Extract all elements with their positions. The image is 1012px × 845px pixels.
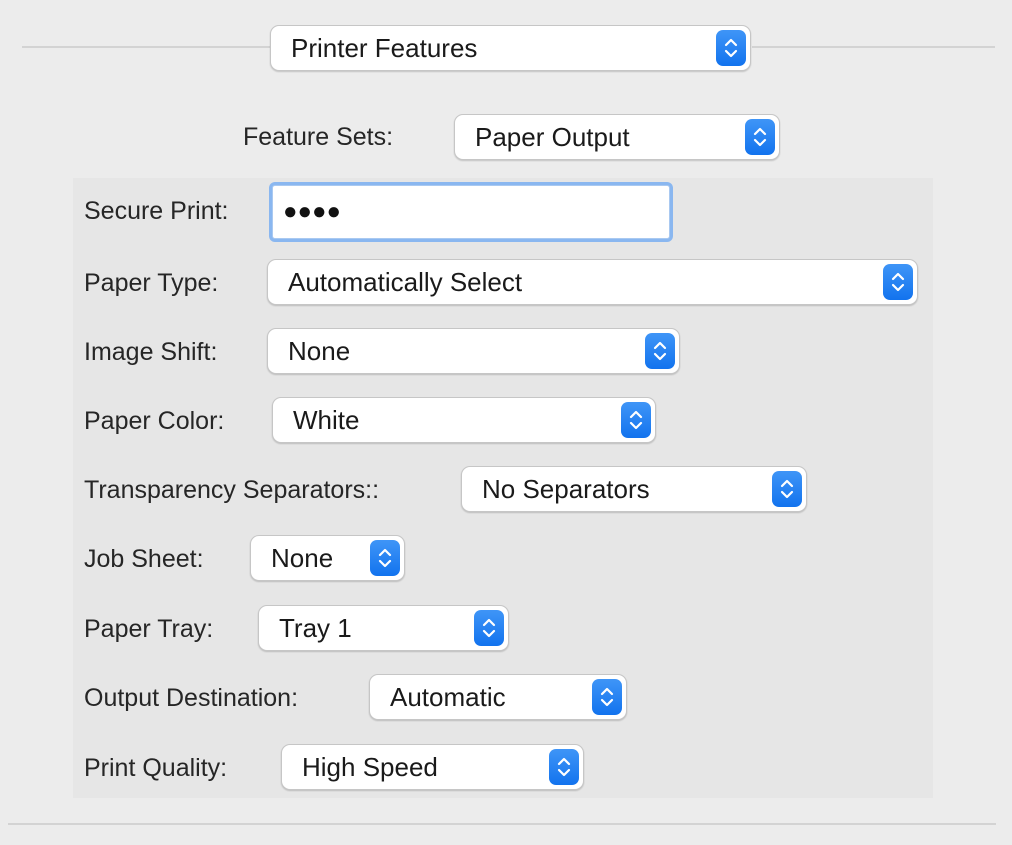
chevron-up-down-icon — [370, 540, 400, 576]
paper-type-value: Automatically Select — [288, 267, 523, 297]
paper-type-popup[interactable]: Automatically Select — [267, 259, 918, 305]
image-shift-popup[interactable]: None — [267, 328, 680, 374]
chevron-up-down-icon — [549, 749, 579, 785]
feature-sets-popup[interactable]: Paper Output — [454, 114, 780, 160]
job-sheet-label: Job Sheet: — [84, 545, 204, 573]
print-quality-label: Print Quality: — [84, 754, 228, 782]
paper-tray-label: Paper Tray: — [84, 615, 214, 643]
transparency-separators-popup[interactable]: No Separators — [461, 466, 807, 512]
feature-sets-label: Feature Sets: — [243, 123, 394, 151]
transparency-separators-value: No Separators — [482, 474, 650, 504]
chevron-up-down-icon — [474, 610, 504, 646]
secure-print-label: Secure Print: — [84, 197, 229, 225]
chevron-up-down-icon — [772, 471, 802, 507]
output-destination-value: Automatic — [390, 682, 506, 712]
chevron-up-down-icon — [621, 402, 651, 438]
paper-color-value: White — [293, 405, 360, 435]
secure-print-field[interactable]: ●●●● — [272, 185, 670, 239]
output-destination-popup[interactable]: Automatic — [369, 674, 627, 720]
paper-color-popup[interactable]: White — [272, 397, 656, 443]
print-quality-value: High Speed — [302, 752, 438, 782]
chevron-up-down-icon — [592, 679, 622, 715]
panel-menu-value: Printer Features — [291, 33, 478, 63]
top-separator-left — [22, 46, 270, 48]
output-destination-label: Output Destination: — [84, 684, 299, 712]
paper-tray-value: Tray 1 — [279, 613, 352, 643]
top-separator-right — [752, 46, 995, 48]
chevron-up-down-icon — [645, 333, 675, 369]
chevron-up-down-icon — [716, 30, 746, 66]
secure-print-value: ●●●● — [283, 198, 341, 225]
bottom-separator — [8, 823, 996, 825]
paper-tray-popup[interactable]: Tray 1 — [258, 605, 509, 651]
paper-color-label: Paper Color: — [84, 407, 225, 435]
panel-menu-popup[interactable]: Printer Features — [270, 25, 751, 71]
chevron-up-down-icon — [745, 119, 775, 155]
feature-sets-value: Paper Output — [475, 122, 630, 152]
job-sheet-value: None — [271, 543, 334, 573]
image-shift-label: Image Shift: — [84, 338, 218, 366]
image-shift-value: None — [288, 336, 351, 366]
transparency-separators-label: Transparency Separators:: — [84, 476, 380, 504]
paper-type-label: Paper Type: — [84, 269, 219, 297]
job-sheet-popup[interactable]: None — [250, 535, 405, 581]
chevron-up-down-icon — [883, 264, 913, 300]
print-quality-popup[interactable]: High Speed — [281, 744, 584, 790]
